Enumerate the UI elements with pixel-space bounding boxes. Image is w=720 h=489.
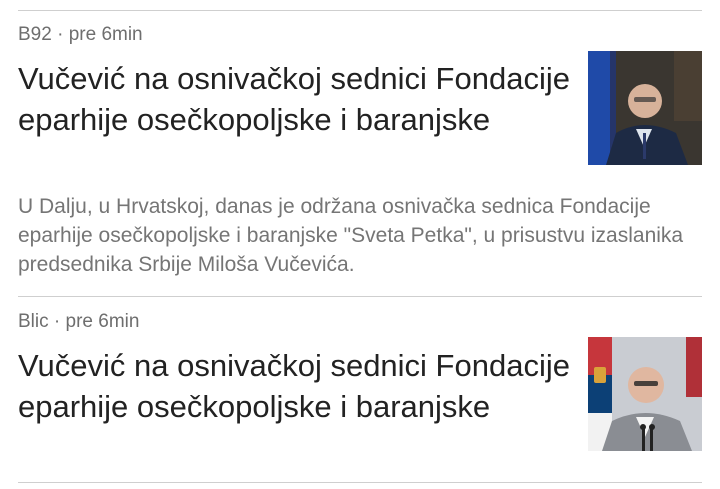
- article-title[interactable]: Vučević na osnivačkoj sednici Fondacije …: [18, 345, 578, 427]
- article-time: pre 6min: [65, 311, 140, 332]
- meta-separator: ·: [48, 311, 66, 332]
- article-snippet: U Dalju, u Hrvatskoj, danas je održana o…: [18, 195, 684, 276]
- news-item[interactable]: B92 · pre 6min Vučević na osnivačkoj sed…: [18, 22, 702, 284]
- article-meta: B92 · pre 6min: [18, 22, 702, 48]
- item-divider: [18, 296, 702, 297]
- article-title[interactable]: Vučević na osnivačkoj sednici Fondacije …: [18, 58, 578, 140]
- article-time: pre 6min: [68, 24, 143, 45]
- thumbnail-photo: [588, 51, 702, 165]
- article-thumbnail[interactable]: [588, 337, 702, 451]
- news-item[interactable]: Blic · pre 6min Vučević na osnivačkoj se…: [18, 309, 702, 479]
- top-divider: [18, 10, 702, 11]
- meta-separator: ·: [51, 24, 69, 45]
- article-source: Blic: [18, 311, 49, 332]
- bottom-divider: [18, 482, 702, 483]
- thumbnail-photo: [588, 337, 702, 451]
- article-thumbnail[interactable]: [588, 51, 702, 165]
- article-source: B92: [18, 24, 52, 45]
- article-meta: Blic · pre 6min: [18, 309, 702, 335]
